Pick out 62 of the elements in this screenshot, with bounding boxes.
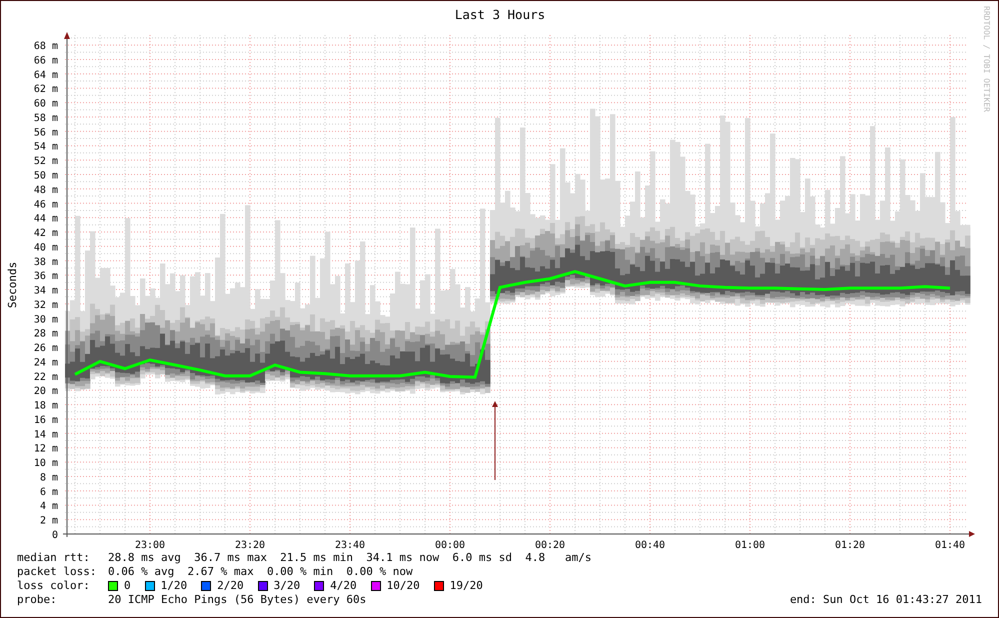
y-tick-label: 32 m: [34, 300, 58, 311]
x-tick-label: 23:40: [334, 540, 366, 551]
y-tick-label: 8 m: [40, 472, 58, 484]
x-tick-label: 00:00: [434, 540, 466, 551]
legend-value: 0.06 % avg 2.67 % max 0.00 % min 0.00 % now: [108, 565, 413, 579]
y-tick-label: 62 m: [34, 84, 58, 96]
y-tick-label: 26 m: [34, 343, 58, 354]
y-tick-label: 60 m: [34, 98, 58, 110]
y-tick-label: 38 m: [34, 256, 58, 268]
y-tick-label: 54 m: [34, 142, 58, 153]
y-tick-label: 42 m: [34, 228, 58, 239]
x-tick-label: 23:00: [134, 540, 166, 551]
y-tick-label: 56 m: [34, 127, 58, 138]
y-tick-label: 28 m: [34, 328, 58, 340]
y-tick-label: 16 m: [34, 414, 58, 426]
legend-value: 4/20: [330, 579, 357, 593]
y-tick-label: 44 m: [34, 214, 58, 225]
legend-value: 20 ICMP Echo Pings (56 Bytes) every 60s: [108, 593, 366, 607]
x-tick-label: 01:20: [834, 540, 866, 551]
legend-label: probe:: [17, 593, 58, 607]
y-tick-label: 36 m: [34, 271, 58, 282]
legend-value: 10/20: [386, 579, 420, 593]
x-tick-label: 01:40: [934, 540, 966, 551]
legend-value: 2/20: [217, 579, 244, 593]
y-tick-label: 22 m: [34, 372, 58, 383]
legend-label: loss color:: [17, 579, 91, 593]
legend-value: 19/20: [450, 579, 483, 593]
y-tick-label: 52 m: [34, 156, 58, 168]
legend-value: 1/20: [160, 579, 188, 593]
y-tick-label: 14 m: [34, 429, 58, 440]
y-tick-label: 34 m: [34, 286, 58, 297]
y-tick-label: 24 m: [34, 357, 58, 368]
y-tick-label: 48 m: [34, 184, 58, 196]
x-tick-label: 00:20: [534, 540, 566, 551]
y-tick-label: 68 m: [34, 41, 58, 52]
y-tick-label: 30 m: [34, 314, 58, 326]
y-tick-label: 58 m: [34, 112, 58, 124]
x-tick-label: 23:20: [234, 540, 266, 551]
legend-value: 3/20: [274, 579, 300, 593]
legend-value: 28.8 ms avg 36.7 ms max 21.5 ms min 34.1 ms now 6.0 ms sd 4.8 am/s: [108, 551, 592, 565]
y-tick-label: 12 m: [34, 444, 58, 455]
y-tick-label: 18 m: [34, 400, 58, 412]
y-tick-label: 50 m: [34, 170, 58, 182]
y-tick-label: 64 m: [34, 70, 58, 81]
y-tick-label: 10 m: [34, 458, 58, 470]
end-time: end: Sun Oct 16 01:43:27 2011: [790, 593, 982, 607]
y-tick-label: 6 m: [40, 486, 58, 498]
chart-title: Last 3 Hours: [454, 7, 546, 22]
legend-value: 0: [124, 579, 131, 593]
y-tick-label: 40 m: [34, 242, 58, 254]
y-tick-label: 4 m: [40, 501, 58, 512]
legend-label: packet loss:: [17, 565, 98, 579]
y-tick-label: 46 m: [34, 199, 58, 210]
y-tick-label: 2 m: [40, 516, 58, 527]
y-tick-label: 0: [52, 530, 58, 541]
legend-label: median rtt:: [17, 551, 91, 565]
y-tick-label: 66 m: [34, 55, 58, 66]
y-tick-label: 20 m: [34, 386, 58, 398]
credit-text: RRDTOOL / TOBI OETIKER: [982, 6, 991, 112]
x-tick-label: 01:00: [734, 540, 766, 551]
x-tick-label: 00:40: [634, 540, 666, 551]
y-axis-title: Seconds: [6, 262, 19, 308]
